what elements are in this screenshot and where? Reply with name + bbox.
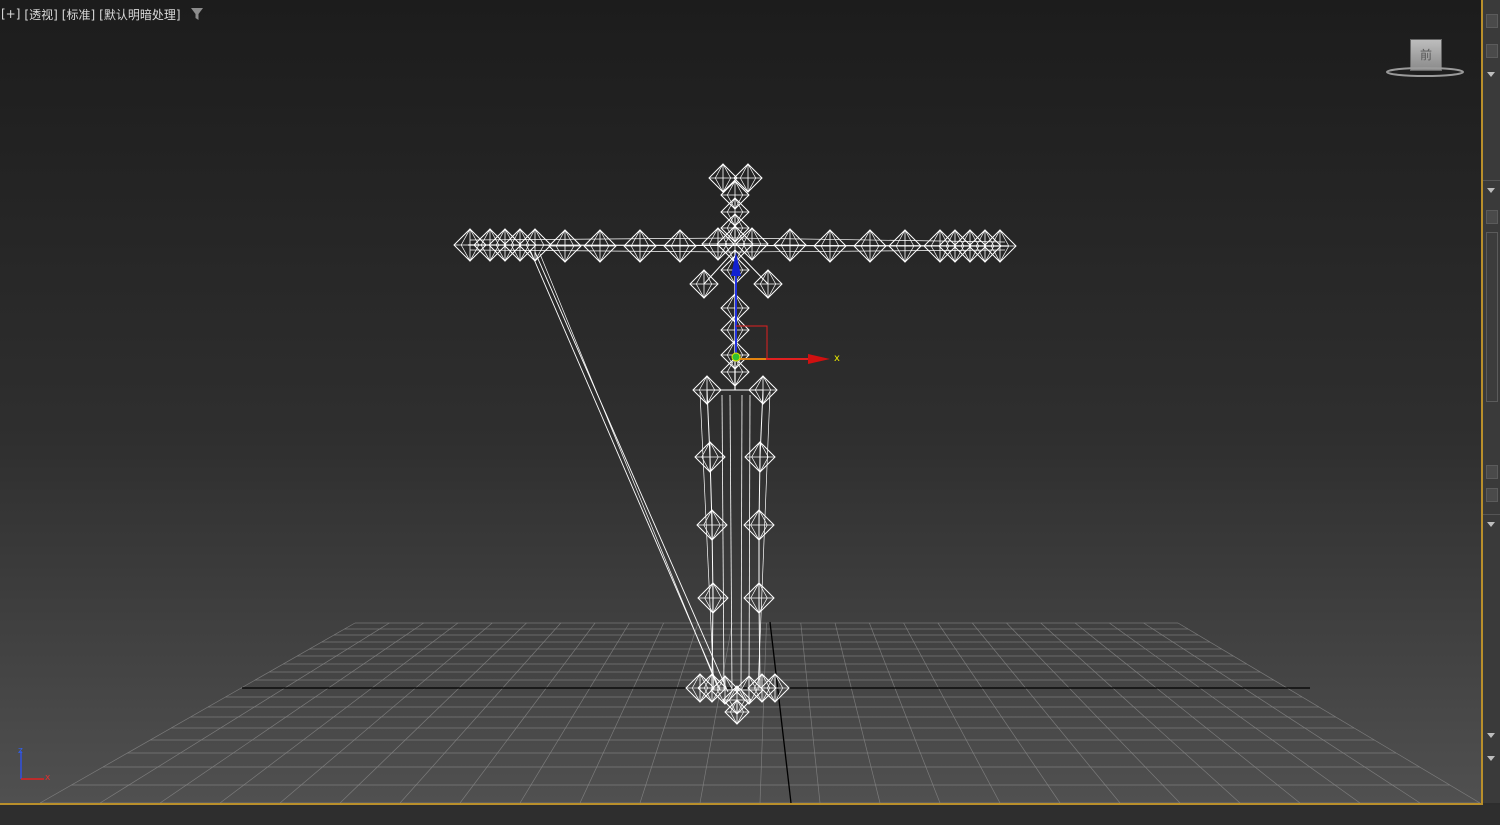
panel-tab-button[interactable] — [1486, 44, 1498, 58]
grid-line — [937, 622, 1061, 803]
grid-line — [1109, 622, 1361, 803]
grid-line — [1074, 622, 1301, 803]
rollout-expand-arrow-icon[interactable] — [1487, 522, 1495, 527]
rollout-expand-arrow-icon[interactable] — [1487, 72, 1495, 77]
grid-line — [834, 622, 881, 803]
gizmo-x-arrowhead[interactable] — [808, 354, 830, 364]
bone-link — [729, 394, 733, 691]
viewcube-compass-ring[interactable] — [1380, 64, 1470, 80]
bone-link — [721, 394, 725, 691]
grid-line — [869, 622, 941, 803]
panel-radio-button[interactable] — [1486, 465, 1498, 479]
rollout-expand-arrow-icon[interactable] — [1487, 188, 1495, 193]
bone-marker — [583, 229, 617, 263]
bone-marker — [623, 229, 657, 263]
bone-link — [758, 456, 761, 526]
grid-line — [339, 622, 527, 803]
bone-marker — [733, 163, 763, 193]
grid-line — [159, 622, 424, 803]
viewcube[interactable]: 前 — [1380, 36, 1470, 80]
panel-collapse-button[interactable] — [1486, 14, 1498, 28]
bone-link — [748, 394, 751, 691]
corner-axis-x-label: x — [45, 773, 51, 783]
grid-line — [99, 622, 390, 803]
command-panel-strip — [1483, 0, 1500, 803]
perspective-viewport[interactable]: [+] [透视] [标准] [默认明暗处理] x z x 前 — [0, 0, 1483, 805]
grid-line — [39, 622, 356, 803]
grid-line — [579, 622, 664, 803]
grid-line — [699, 622, 733, 803]
panel-checkbox-button[interactable] — [1486, 488, 1498, 502]
bone-link — [757, 391, 771, 691]
grid-line — [639, 622, 699, 803]
gizmo-xz-plane-handle[interactable] — [736, 325, 768, 359]
bone-link — [534, 251, 729, 693]
grid-line — [279, 622, 493, 803]
gizmo-center-pivot[interactable] — [731, 352, 741, 362]
grid-line — [903, 622, 1001, 803]
gizmo-x-label: x — [834, 353, 840, 364]
bone-marker — [708, 163, 738, 193]
bone-link — [740, 394, 743, 691]
grid-line — [800, 622, 821, 803]
grid-line — [219, 622, 459, 803]
bottom-status-strip — [0, 805, 1500, 825]
rollout-collapse-arrow-icon[interactable] — [1487, 733, 1495, 738]
rollout-expand-arrow-icon[interactable] — [1487, 756, 1495, 761]
grid-line — [971, 622, 1121, 803]
grid-line — [1006, 622, 1181, 803]
grid-line — [1040, 622, 1241, 803]
scene-canvas[interactable]: x z x — [0, 0, 1481, 803]
grid-line — [1143, 622, 1421, 803]
bone-link — [709, 456, 713, 526]
biped-skeleton-wireframe[interactable] — [453, 163, 1017, 725]
panel-divider — [1483, 180, 1500, 181]
panel-divider — [1483, 514, 1500, 515]
bone-marker — [760, 673, 790, 703]
bone-link — [711, 524, 714, 599]
panel-list-button[interactable] — [1486, 232, 1498, 402]
panel-tab-button[interactable] — [1486, 210, 1498, 224]
corner-axis-z-label: z — [18, 746, 23, 756]
grid-line — [1177, 622, 1481, 803]
viewport-corner-axis-tripod: z x — [18, 746, 51, 783]
bone-marker — [548, 229, 582, 263]
bone-marker — [724, 699, 750, 725]
grid-line — [759, 622, 767, 803]
